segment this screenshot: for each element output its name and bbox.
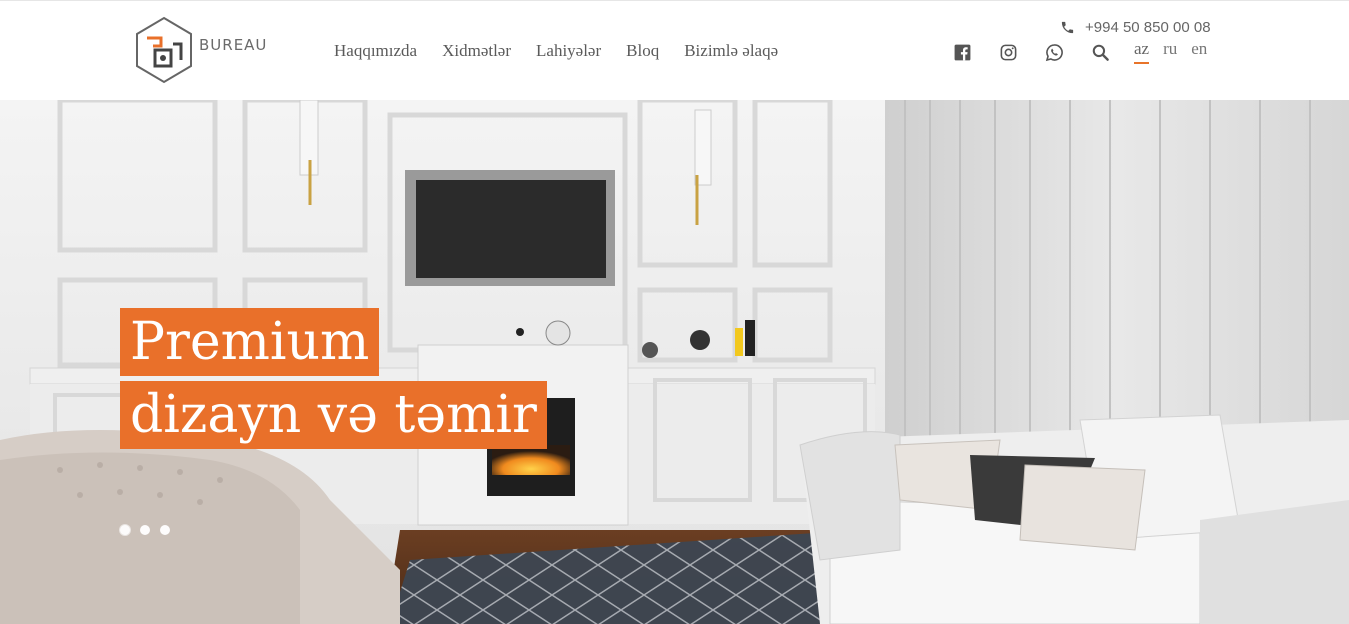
hero-headline: Premium dizayn və təmir	[120, 308, 547, 449]
lang-az[interactable]: az	[1134, 39, 1150, 64]
site-header: BUREAU Haqqımızda Xidmətlər Lahiyələr Bl…	[0, 0, 1349, 100]
instagram-icon[interactable]	[999, 43, 1018, 62]
main-nav: Haqqımızda Xidmətlər Lahiyələr Bloq Bizi…	[334, 41, 803, 61]
slider-dots	[120, 525, 180, 535]
facebook-icon[interactable]	[953, 43, 972, 62]
lang-en[interactable]: en	[1191, 39, 1207, 64]
logo[interactable]: BUREAU	[133, 15, 298, 85]
social-icons	[953, 43, 1137, 62]
slider-dot-1[interactable]	[120, 525, 130, 535]
lang-ru[interactable]: ru	[1163, 39, 1177, 64]
logo-text: BUREAU	[199, 36, 268, 54]
phone-contact[interactable]: +994 50 850 00 08	[1060, 19, 1211, 36]
nav-item-services[interactable]: Xidmətlər	[442, 41, 511, 61]
nav-item-blog[interactable]: Bloq	[626, 41, 659, 61]
nav-item-about[interactable]: Haqqımızda	[334, 41, 417, 61]
hero-headline-line-1: Premium	[120, 308, 380, 376]
whatsapp-icon[interactable]	[1045, 43, 1064, 62]
hero-slider: Premium dizayn və təmir	[0, 100, 1349, 624]
phone-icon	[1061, 21, 1074, 34]
nav-item-contact[interactable]: Bizimlə əlaqə	[684, 41, 778, 61]
slider-dot-2[interactable]	[140, 525, 150, 535]
search-icon[interactable]	[1091, 43, 1110, 62]
language-switcher: az ru en	[1134, 39, 1221, 64]
nav-item-projects[interactable]: Lahiyələr	[536, 41, 601, 61]
hero-headline-line-2: dizayn və təmir	[120, 381, 547, 449]
phone-number: +994 50 850 00 08	[1085, 19, 1211, 36]
logo-mark-icon	[136, 16, 192, 84]
slider-dot-3[interactable]	[160, 525, 170, 535]
